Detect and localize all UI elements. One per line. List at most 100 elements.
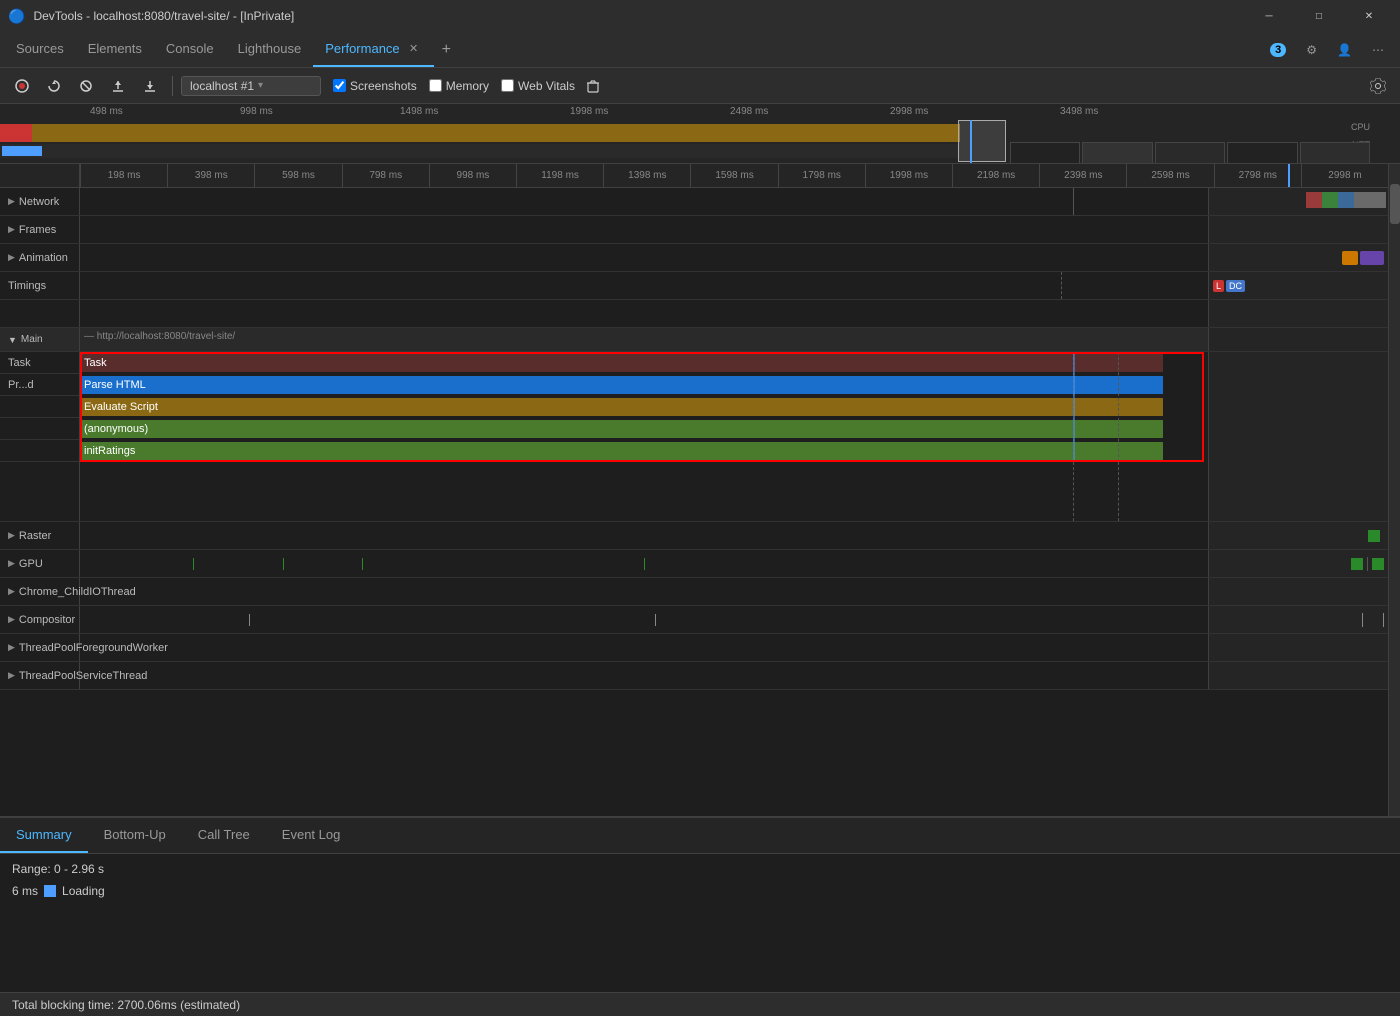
timeline-left: 198 ms 398 ms 598 ms 798 ms 998 ms 1198 …: [0, 164, 1388, 816]
network-mini-chart: [1306, 192, 1386, 208]
tab-bottom-up-label: Bottom-Up: [104, 827, 166, 842]
screenshot-thumb-1: [1010, 142, 1080, 164]
tab-console[interactable]: Console: [154, 32, 226, 67]
titlebar-icon: 🔵: [8, 8, 25, 25]
flame-bar-evaluate-script[interactable]: Evaluate Script: [80, 398, 1163, 416]
settings-button[interactable]: ⚙: [1298, 39, 1325, 61]
timeline-viewport[interactable]: [958, 120, 1006, 162]
minimize-button[interactable]: ─: [1246, 0, 1292, 32]
flame-bar-init-ratings[interactable]: initRatings: [80, 442, 1163, 460]
network-content: [80, 188, 1208, 215]
memory-checkbox[interactable]: [429, 79, 442, 92]
flame-label-empty1: [0, 396, 79, 418]
thread-pool-svc-label[interactable]: ▶ ThreadPoolServiceThread: [0, 662, 80, 689]
thread-pool-fg-label[interactable]: ▶ ThreadPoolForegroundWorker: [0, 634, 80, 661]
loading-ms: 6 ms: [12, 884, 38, 898]
tab-elements[interactable]: Elements: [76, 32, 154, 67]
tab-summary[interactable]: Summary: [0, 818, 88, 853]
flame-bar-parse-html[interactable]: Parse HTML: [80, 376, 1163, 394]
post-flame-cursor: [1073, 462, 1074, 521]
compositor-label[interactable]: ▶ Compositor: [0, 606, 80, 633]
thread-pool-fg-right: [1208, 634, 1388, 661]
screenshots-label: Screenshots: [350, 79, 417, 93]
frames-content: [80, 216, 1208, 243]
compositor-right: [1208, 606, 1388, 633]
detail-ruler: 198 ms 398 ms 598 ms 798 ms 998 ms 1198 …: [0, 164, 1388, 188]
toolbar-right: [1364, 72, 1392, 100]
ruler-1998: 1998 ms: [865, 164, 952, 188]
tab-bottom-up[interactable]: Bottom-Up: [88, 818, 182, 853]
timings-track: Timings L DC: [0, 272, 1388, 300]
toolbar: localhost #1 ▾ Screenshots Memory Web Vi…: [0, 68, 1400, 104]
main-thread-label[interactable]: ▼ Main: [0, 328, 80, 351]
ruler-598: 598 ms: [254, 164, 341, 188]
timeline-overview[interactable]: 498 ms 998 ms 1498 ms 1998 ms 2498 ms 29…: [0, 104, 1400, 164]
notifications-button[interactable]: 3: [1262, 39, 1294, 61]
web-vitals-checkbox-label[interactable]: Web Vitals: [501, 79, 575, 93]
detail-ruler-spacer: [0, 164, 80, 187]
timings-label[interactable]: Timings: [0, 272, 80, 299]
loading-label: Loading: [62, 884, 105, 898]
close-button[interactable]: ✕: [1346, 0, 1392, 32]
animation-track: ▶ Animation: [0, 244, 1388, 272]
tab-add-button[interactable]: +: [434, 32, 459, 67]
flame-bar-task[interactable]: Task: [80, 354, 1163, 372]
tab-performance-label: Performance: [325, 41, 399, 56]
frames-expand-icon: ▶: [8, 224, 15, 235]
ruler-1198: 1198 ms: [516, 164, 603, 188]
tab-lighthouse[interactable]: Lighthouse: [226, 32, 314, 67]
maximize-button[interactable]: □: [1296, 0, 1342, 32]
animation-label[interactable]: ▶ Animation: [0, 244, 80, 271]
url-selector[interactable]: localhost #1 ▾: [181, 76, 321, 96]
network-label[interactable]: ▶ Network: [0, 188, 80, 215]
chrome-child-io-track: ▶ Chrome_ChildIOThread: [0, 578, 1388, 606]
tab-sources[interactable]: Sources: [4, 32, 76, 67]
download-button[interactable]: [136, 72, 164, 100]
flame-chart-area: Task Pr...d Task Parse HTML: [0, 352, 1388, 462]
clear-button[interactable]: [72, 72, 100, 100]
trash-button[interactable]: [579, 72, 607, 100]
tab-event-log[interactable]: Event Log: [266, 818, 357, 853]
screenshot-thumb-5: [1300, 142, 1370, 164]
settings-gear-button[interactable]: [1364, 72, 1392, 100]
screenshots-checkbox[interactable]: [333, 79, 346, 92]
chrome-child-io-label[interactable]: ▶ Chrome_ChildIOThread: [0, 578, 80, 605]
network-expand-icon: ▶: [8, 196, 15, 207]
thread-pool-fg-track: ▶ ThreadPoolForegroundWorker: [0, 634, 1388, 662]
tab-call-tree[interactable]: Call Tree: [182, 818, 266, 853]
web-vitals-checkbox[interactable]: [501, 79, 514, 92]
reload-button[interactable]: [40, 72, 68, 100]
vertical-scrollbar[interactable]: [1388, 164, 1400, 816]
spacer-label: [0, 300, 80, 327]
record-button[interactable]: [8, 72, 36, 100]
tab-performance-close[interactable]: ✕: [406, 41, 422, 57]
loading-color-box: [44, 885, 56, 897]
web-vitals-label: Web Vitals: [518, 79, 575, 93]
raster-indicator: [1368, 530, 1380, 542]
ruler-398: 398 ms: [167, 164, 254, 188]
frames-label[interactable]: ▶ Frames: [0, 216, 80, 243]
flame-content: Task Parse HTML Evaluate Script (anonymo…: [80, 352, 1208, 462]
upload-button[interactable]: [104, 72, 132, 100]
raster-right: [1208, 522, 1388, 549]
animation-badge-2: [1360, 251, 1384, 265]
tab-performance[interactable]: Performance ✕: [313, 32, 433, 67]
gpu-indicator-1: [1351, 558, 1363, 570]
flame-dashed-2: [1118, 352, 1119, 462]
titlebar: 🔵 DevTools - localhost:8080/travel-site/…: [0, 0, 1400, 32]
scrollbar-thumb[interactable]: [1390, 184, 1400, 224]
gpu-label[interactable]: ▶ GPU: [0, 550, 80, 577]
raster-label[interactable]: ▶ Raster: [0, 522, 80, 549]
ruler-mark-1498: 1498 ms: [400, 106, 438, 117]
timings-content: [80, 272, 1208, 299]
compositor-text: Compositor: [19, 614, 75, 626]
flame-bar-anonymous[interactable]: (anonymous): [80, 420, 1163, 438]
timeline-ruler-overview: 498 ms 998 ms 1498 ms 1998 ms 2498 ms 29…: [0, 104, 1400, 124]
share-button[interactable]: 👤: [1329, 39, 1360, 61]
flame-right: [1208, 352, 1388, 462]
screenshots-checkbox-label[interactable]: Screenshots: [333, 79, 417, 93]
gpu-tick-2: [283, 558, 284, 570]
screenshot-thumb-4: [1227, 142, 1297, 164]
more-button[interactable]: ⋯: [1364, 39, 1392, 61]
memory-checkbox-label[interactable]: Memory: [429, 79, 489, 93]
